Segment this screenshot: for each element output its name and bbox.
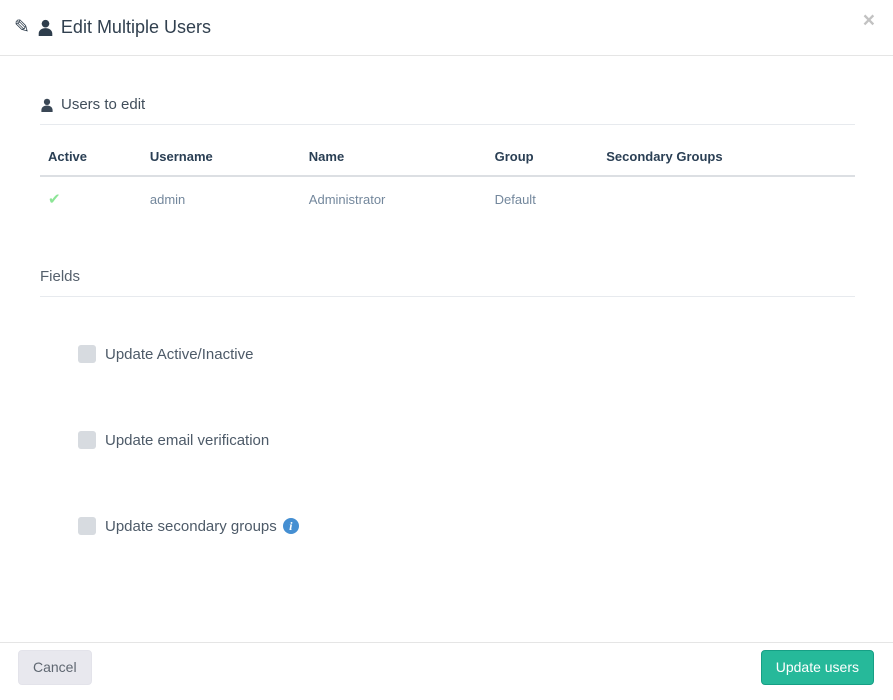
column-header-group: Group — [486, 139, 599, 177]
update-secondary-groups-label: Update secondary groups — [105, 517, 277, 535]
cell-active: ✔ — [40, 176, 142, 222]
modal-body: Users to edit Active Username Name Group… — [0, 56, 893, 642]
column-header-secondary-groups: Secondary Groups — [598, 139, 855, 177]
info-icon[interactable]: i — [282, 518, 299, 534]
user-icon — [38, 19, 53, 36]
table-header-row: Active Username Name Group Secondary Gro… — [40, 139, 855, 177]
column-header-username: Username — [141, 139, 301, 177]
update-active-checkbox[interactable] — [78, 345, 96, 363]
checkbox-row-update-active: Update Active/Inactive — [78, 345, 855, 363]
modal-footer: Cancel Update users — [0, 642, 893, 700]
cell-name: Administrator — [308, 191, 386, 207]
modal-header: ✎ Edit Multiple Users × — [0, 0, 893, 56]
close-icon[interactable]: × — [861, 10, 877, 31]
update-users-button[interactable]: Update users — [760, 650, 874, 685]
checkbox-row-update-email: Update email verification — [78, 431, 855, 449]
update-active-label: Update Active/Inactive — [105, 345, 254, 363]
cell-username: admin — [149, 191, 186, 207]
users-to-edit-heading: Users to edit — [40, 96, 855, 125]
fields-heading: Fields — [40, 268, 855, 297]
check-icon: ✔ — [48, 191, 61, 208]
edit-multiple-users-modal: ✎ Edit Multiple Users × Users to edit Ac… — [0, 0, 893, 700]
user-icon — [41, 98, 53, 112]
cancel-button[interactable]: Cancel — [18, 650, 92, 685]
cell-secondary-groups — [598, 176, 855, 222]
column-header-active: Active — [40, 139, 142, 177]
column-header-name: Name — [300, 139, 487, 177]
users-table: Active Username Name Group Secondary Gro… — [40, 139, 855, 222]
modal-title: ✎ Edit Multiple Users — [14, 17, 211, 38]
table-row: ✔ admin Administrator Default — [40, 176, 855, 222]
update-email-label: Update email verification — [105, 431, 270, 449]
modal-title-text: Edit Multiple Users — [60, 17, 211, 37]
users-to-edit-label: Users to edit — [61, 96, 146, 113]
update-email-checkbox[interactable] — [78, 431, 96, 449]
update-secondary-groups-checkbox[interactable] — [78, 517, 96, 535]
checkbox-row-update-secondary-groups: Update secondary groups i — [78, 517, 855, 535]
pencil-icon: ✎ — [14, 17, 30, 38]
cell-group: Default — [494, 191, 536, 207]
fields-label: Fields — [40, 268, 81, 285]
